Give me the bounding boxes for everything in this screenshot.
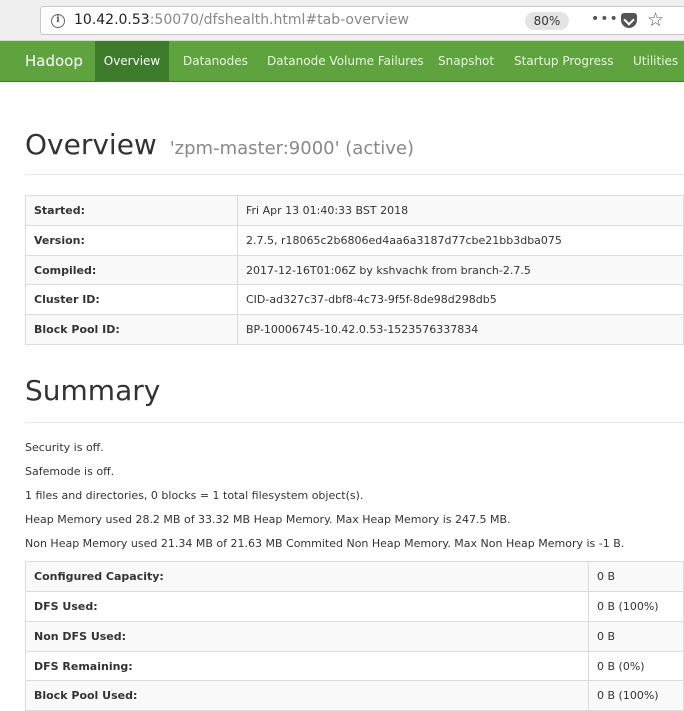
zoom-level-button[interactable]: 80% (525, 12, 569, 30)
row-value: 2.7.5, r18065c2b6806ed4aa6a3187d77cbe21b… (237, 225, 684, 256)
summary-divider (25, 422, 684, 423)
row-value: BP-10006745-10.42.0.53-1523576337834 (237, 314, 684, 345)
row-value: 0 B (100%) (588, 680, 684, 711)
site-info-icon[interactable]: i (51, 14, 65, 28)
table-row: Block Pool ID: BP-10006745-10.42.0.53-15… (25, 314, 684, 345)
heap-memory: Heap Memory used 28.2 MB of 33.32 MB Hea… (25, 513, 511, 526)
overview-table: Started: Fri Apr 13 01:40:33 BST 2018 Ve… (25, 195, 684, 345)
overview-title: Overview (25, 128, 157, 161)
row-value: 0 B (100%) (588, 591, 684, 622)
table-row: DFS Remaining: 0 B (0%) (25, 651, 684, 681)
row-value: 2017-12-16T01:06Z by kshvachk from branc… (237, 255, 684, 285)
page-actions-icon[interactable]: ••• (591, 11, 619, 27)
url-path: :50070/dfshealth.html#tab-overview (149, 12, 409, 28)
row-key: Configured Capacity: (25, 561, 589, 592)
hadoop-brand[interactable]: Hadoop (25, 41, 83, 82)
row-key: Started: (25, 195, 238, 226)
table-row: Version: 2.7.5, r18065c2b6806ed4aa6a3187… (25, 225, 684, 256)
pocket-icon[interactable] (621, 13, 637, 28)
nav-overview[interactable]: Overview (95, 41, 169, 82)
row-key: Cluster ID: (25, 284, 238, 315)
nav-datanode-volume-failures[interactable]: Datanode Volume Failures (267, 41, 424, 82)
url-text[interactable]: 10.42.0.53:50070/dfshealth.html#tab-over… (74, 12, 409, 28)
table-row: Cluster ID: CID-ad327c37-dbf8-4c73-9f5f-… (25, 284, 684, 315)
address-bar[interactable]: i 10.42.0.53:50070/dfshealth.html#tab-ov… (40, 6, 684, 35)
row-value: 0 B (588, 561, 684, 592)
overview-divider (25, 174, 684, 175)
filesystem-objects: 1 files and directories, 0 blocks = 1 to… (25, 489, 364, 502)
bookmark-star-icon[interactable]: ☆ (647, 9, 664, 31)
row-key: Block Pool Used: (25, 680, 589, 711)
url-host: 10.42.0.53 (74, 12, 150, 28)
table-row: Configured Capacity: 0 B (25, 561, 684, 592)
row-key: Block Pool ID: (25, 314, 238, 345)
row-value: CID-ad327c37-dbf8-4c73-9f5f-8de98d298db5 (237, 284, 684, 315)
row-value: 0 B (0%) (588, 651, 684, 681)
row-key: Compiled: (25, 255, 238, 285)
non-heap-memory: Non Heap Memory used 21.34 MB of 21.63 M… (25, 537, 625, 550)
summary-table: Configured Capacity: 0 B DFS Used: 0 B (… (25, 561, 684, 711)
overview-subtitle: 'zpm-master:9000' (active) (169, 138, 415, 159)
table-row: DFS Used: 0 B (100%) (25, 591, 684, 622)
row-key: DFS Used: (25, 591, 589, 622)
nav-datanodes[interactable]: Datanodes (183, 41, 248, 82)
row-value: Fri Apr 13 01:40:33 BST 2018 (237, 195, 684, 226)
summary-heading: Summary (25, 374, 161, 407)
table-row: Non DFS Used: 0 B (25, 621, 684, 652)
nav-snapshot[interactable]: Snapshot (438, 41, 494, 82)
table-row: Compiled: 2017-12-16T01:06Z by kshvachk … (25, 255, 684, 285)
row-value: 0 B (588, 621, 684, 652)
nav-utilities[interactable]: Utilities (633, 41, 678, 82)
row-key: DFS Remaining: (25, 651, 589, 681)
browser-toolbar: i 10.42.0.53:50070/dfshealth.html#tab-ov… (0, 0, 684, 41)
hadoop-navbar: Hadoop Overview Datanodes Datanode Volum… (0, 41, 684, 82)
table-row: Block Pool Used: 0 B (100%) (25, 680, 684, 711)
table-row: Started: Fri Apr 13 01:40:33 BST 2018 (25, 195, 684, 226)
nav-startup-progress[interactable]: Startup Progress (514, 41, 614, 82)
safemode-status: Safemode is off. (25, 465, 115, 478)
row-key: Non DFS Used: (25, 621, 589, 652)
overview-heading: Overview 'zpm-master:9000' (active) (25, 128, 414, 161)
security-status: Security is off. (25, 441, 104, 454)
row-key: Version: (25, 225, 238, 256)
